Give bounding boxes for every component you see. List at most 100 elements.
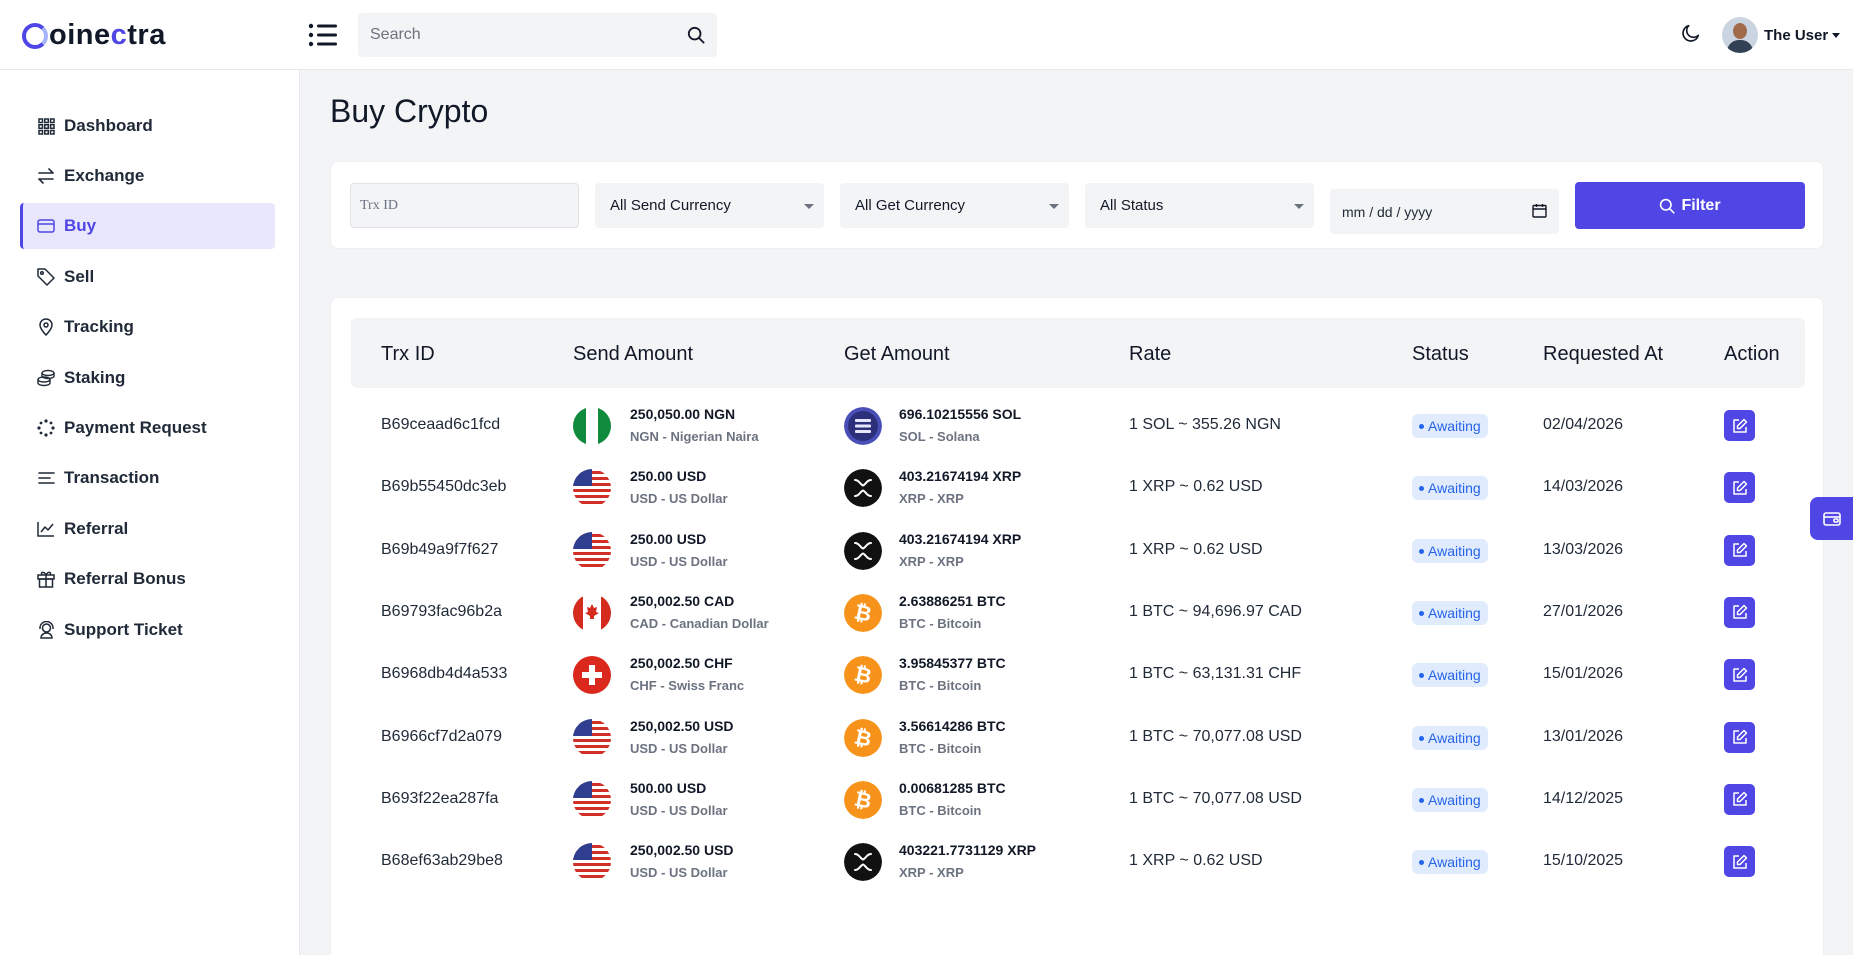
us-flag-icon [573, 780, 611, 819]
chevron-down-icon [804, 204, 814, 209]
wallet-icon [1822, 511, 1841, 526]
get-currency-name: XRP - XRP [899, 865, 964, 881]
chevron-down-icon [1049, 204, 1059, 209]
date-placeholder: mm / dd / yyyy [1342, 203, 1433, 220]
rate: 1 SOL ~ 355.26 NGN [1129, 416, 1281, 433]
trx-id: B693f22ea287fa [381, 789, 499, 807]
send-amount: 250.00 USD [630, 530, 707, 547]
logo[interactable]: oine c tra [22, 18, 166, 52]
sidebar-item-support-ticket[interactable]: Support Ticket [20, 607, 275, 653]
status-badge: Awaiting [1412, 725, 1488, 750]
get-amount: 0.00681285 BTC [899, 779, 1006, 796]
sidebar-item-label: Referral [64, 519, 129, 538]
sidebar-item-referral[interactable]: Referral [20, 506, 275, 552]
sidebar-item-buy[interactable]: Buy [20, 203, 275, 249]
transactions-table: Trx ID Send Amount Get Amount Rate Statu… [330, 297, 1824, 955]
user-name: The User [1764, 26, 1829, 44]
get-currency-name: BTC - Bitcoin [899, 615, 982, 631]
send-amount: 250,002.50 USD [630, 717, 734, 734]
get-amount: 403.21674194 XRP [899, 468, 1022, 485]
edit-button[interactable] [1724, 846, 1755, 878]
requested-at: 15/01/2026 [1543, 665, 1624, 683]
status-badge: Awaiting [1412, 787, 1488, 812]
rate: 1 BTC ~ 63,131.31 CHF [1129, 665, 1302, 683]
edit-button[interactable] [1724, 783, 1755, 815]
sidebar-item-dashboard[interactable]: Dashboard [20, 103, 275, 149]
sidebar-item-sell[interactable]: Sell [20, 254, 275, 300]
sidebar-item-referral-bonus[interactable]: Referral Bonus [20, 556, 275, 602]
get-currency-name: SOL - Solana [899, 429, 980, 444]
us-flag-icon [573, 843, 611, 882]
btc-coin-icon: ₿ [844, 718, 882, 757]
trx-id: B68ef63ab29be8 [381, 852, 503, 870]
send-amount: 250,002.50 CHF [630, 655, 733, 672]
trx-id: B6966cf7d2a079 [381, 727, 502, 745]
trx-id-input[interactable]: Trx ID [350, 183, 579, 228]
sidebar-item-label: Exchange [64, 166, 145, 185]
avatar [1722, 17, 1758, 53]
trx-id: B69793fac96b2a [381, 602, 502, 620]
logo-text-prefix: oine [49, 18, 111, 51]
requested-at: 14/12/2025 [1543, 789, 1624, 807]
get-currency-name: XRP - XRP [899, 491, 964, 507]
edit-icon [1732, 542, 1748, 558]
edit-icon [1732, 604, 1748, 620]
sidebar-item-payment-request[interactable]: Payment Request [20, 405, 275, 451]
edit-button[interactable] [1724, 659, 1755, 691]
requested-at: 15/10/2025 [1543, 852, 1624, 870]
status-badge: Awaiting [1412, 476, 1488, 501]
user-menu[interactable]: The User [1722, 16, 1841, 54]
edit-button[interactable] [1724, 596, 1755, 628]
edit-button[interactable] [1724, 472, 1755, 504]
sidebar-item-label: Support Ticket [64, 620, 183, 639]
get-currency-name: BTC - Bitcoin [899, 740, 982, 756]
date-input[interactable]: mm / dd / yyyy [1330, 189, 1559, 234]
column-header-trx-id[interactable]: Trx ID [381, 343, 435, 366]
moon-icon[interactable] [1680, 22, 1706, 48]
grid-icon [36, 116, 56, 136]
filter-button[interactable]: Filter [1575, 182, 1805, 229]
column-header-get-amount[interactable]: Get Amount [844, 343, 950, 366]
sidebar-item-transaction[interactable]: Transaction [20, 455, 275, 501]
top-header: oinectra The User [0, 0, 1853, 70]
send-currency-name: USD - US Dollar [630, 865, 728, 881]
wallet-icon [36, 216, 56, 236]
rate: 1 BTC ~ 70,077.08 USD [1129, 789, 1302, 807]
sidebar-item-exchange[interactable]: Exchange [20, 153, 275, 199]
search-input[interactable] [370, 26, 687, 44]
edit-button[interactable] [1724, 410, 1755, 441]
column-header-status[interactable]: Status [1412, 343, 1469, 366]
sidebar-item-staking[interactable]: Staking [20, 355, 275, 401]
status-value: All Status [1100, 197, 1164, 214]
logo-text-suffix: tra [127, 18, 166, 51]
column-header-send-amount[interactable]: Send Amount [573, 343, 693, 366]
send-currency-select[interactable]: All Send Currency [595, 183, 824, 228]
rate: 1 BTC ~ 70,077.08 USD [1129, 727, 1302, 745]
ch-flag-icon [573, 656, 611, 695]
edit-icon [1732, 791, 1748, 807]
status-select[interactable]: All Status [1085, 183, 1314, 228]
send-currency-name: CAD - Canadian Dollar [630, 615, 769, 631]
rate: 1 BTC ~ 94,696.97 CAD [1129, 602, 1302, 620]
search-icon[interactable] [687, 26, 705, 44]
edit-icon [1732, 418, 1748, 434]
calendar-icon[interactable] [1532, 203, 1547, 218]
sidebar-item-label: Dashboard [64, 116, 153, 135]
column-header-requested-at[interactable]: Requested At [1543, 343, 1663, 366]
sidebar-item-label: Transaction [64, 468, 160, 487]
send-amount: 250,002.50 CAD [630, 592, 735, 609]
list-icon [36, 468, 56, 488]
get-currency-select[interactable]: All Get Currency [840, 183, 1069, 228]
get-amount: 3.56614286 BTC [899, 717, 1006, 734]
column-header-rate[interactable]: Rate [1129, 343, 1171, 366]
get-currency-name: BTC - Bitcoin [899, 678, 982, 694]
send-amount: 250,050.00 NGN [630, 406, 736, 422]
map-pin-icon [36, 317, 56, 337]
wallet-float-button[interactable] [1810, 497, 1853, 540]
edit-icon [1732, 667, 1748, 683]
sidebar-item-tracking[interactable]: Tracking [20, 304, 275, 350]
edit-button[interactable] [1724, 721, 1755, 753]
menu-toggle-icon[interactable] [308, 22, 338, 48]
edit-button[interactable] [1724, 534, 1755, 566]
search-box [358, 13, 717, 57]
